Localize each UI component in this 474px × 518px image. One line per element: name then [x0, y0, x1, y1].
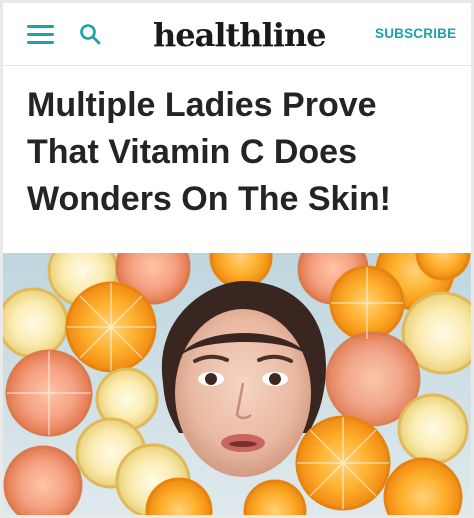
- article-headline[interactable]: Multiple Ladies Prove That Vitamin C Doe…: [27, 82, 457, 223]
- subscribe-button[interactable]: SUBSCRIBE: [375, 26, 456, 41]
- headline-section: Multiple Ladies Prove That Vitamin C Doe…: [3, 66, 471, 253]
- top-navigation-bar: healthline SUBSCRIBE: [3, 3, 471, 66]
- headline-line-1: Multiple Ladies Prove: [27, 86, 377, 124]
- hero-image-illustration: [3, 253, 471, 515]
- woman-face: [175, 309, 311, 477]
- site-logo[interactable]: healthline: [153, 15, 326, 55]
- page-frame: healthline SUBSCRIBE Multiple Ladies Pro…: [3, 3, 471, 515]
- headline-line-3: Wonders On The Skin!: [27, 180, 391, 218]
- hero-image[interactable]: [3, 253, 471, 515]
- search-icon[interactable]: [79, 23, 101, 45]
- hamburger-menu-icon[interactable]: [27, 25, 54, 45]
- headline-line-2: That Vitamin C Does: [27, 133, 357, 171]
